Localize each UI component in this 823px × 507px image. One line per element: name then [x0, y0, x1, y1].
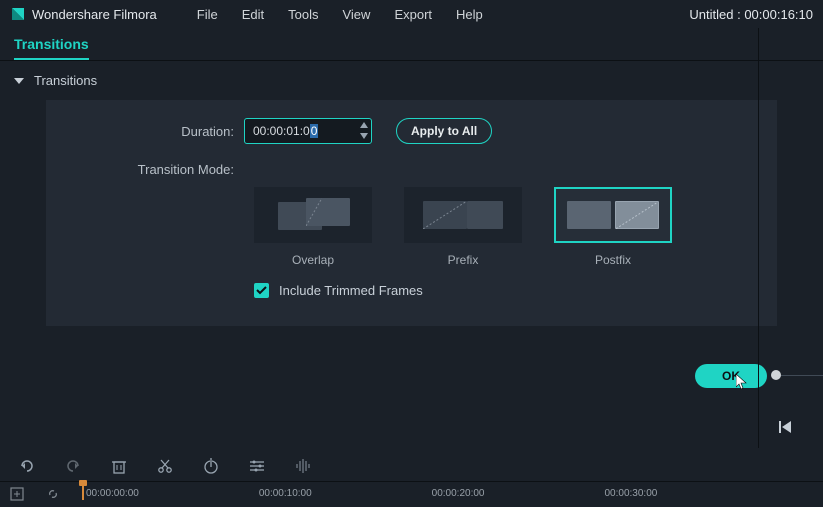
link-icon[interactable] — [46, 487, 60, 501]
section-header[interactable]: Transitions — [0, 61, 823, 100]
ok-button[interactable]: OK — [695, 364, 767, 388]
timeline-t3: 00:00:30:00 — [604, 488, 657, 499]
zoom-slider-track — [781, 375, 823, 376]
section-title: Transitions — [34, 73, 97, 88]
duration-row: Duration: 00:00:01:00 Apply to All — [58, 118, 765, 144]
speed-icon[interactable] — [202, 457, 220, 475]
filmora-logo-icon — [10, 6, 26, 22]
mode-overlap-label: Overlap — [292, 253, 334, 267]
duration-label: Duration: — [58, 124, 244, 139]
menu-file[interactable]: File — [197, 7, 218, 22]
zoom-slider-handle[interactable] — [771, 370, 781, 380]
timeline-t2: 00:00:20:00 — [432, 488, 485, 499]
menu-items: File Edit Tools View Export Help — [197, 7, 483, 22]
mode-row: Transition Mode: — [58, 158, 765, 177]
app-name: Wondershare Filmora — [32, 7, 157, 22]
timeline-labels: 00:00:00:00 00:00:10:00 00:00:20:00 00:0… — [86, 488, 657, 499]
include-trimmed-checkbox[interactable] — [254, 283, 269, 298]
mode-prefix-thumb — [404, 187, 522, 243]
timeline-left-icons — [10, 487, 60, 501]
project-status: Untitled : 00:00:16:10 — [689, 7, 813, 22]
mode-postfix[interactable]: Postfix — [554, 187, 672, 267]
undo-icon[interactable] — [18, 457, 36, 475]
include-trimmed-label: Include Trimmed Frames — [279, 283, 423, 298]
mode-prefix-label: Prefix — [448, 253, 479, 267]
menu-help[interactable]: Help — [456, 7, 483, 22]
timeline-t0: 00:00:00:00 — [86, 488, 139, 499]
menu-edit[interactable]: Edit — [242, 7, 264, 22]
apply-to-all-button[interactable]: Apply to All — [396, 118, 492, 144]
ok-row: OK — [0, 326, 823, 388]
collapse-triangle-icon — [14, 78, 24, 84]
audio-icon[interactable] — [294, 457, 312, 475]
duration-spinners — [359, 120, 369, 141]
playhead[interactable] — [82, 482, 84, 500]
mode-postfix-label: Postfix — [595, 253, 631, 267]
app-logo: Wondershare Filmora — [10, 6, 157, 22]
vertical-divider — [758, 28, 759, 448]
mode-overlap[interactable]: Overlap — [254, 187, 372, 267]
menu-export[interactable]: Export — [394, 7, 432, 22]
add-marker-icon[interactable] — [10, 487, 24, 501]
right-controls — [759, 370, 823, 382]
duration-value-selected: 0 — [310, 124, 319, 138]
mode-overlap-thumb — [254, 187, 372, 243]
transition-modes: Overlap Prefix Postfix — [254, 187, 765, 267]
delete-icon[interactable] — [110, 457, 128, 475]
timeline[interactable]: 00:00:00:00 00:00:10:00 00:00:20:00 00:0… — [0, 481, 823, 507]
duration-input[interactable]: 00:00:01:00 — [244, 118, 372, 144]
timeline-t1: 00:00:10:00 — [259, 488, 312, 499]
tab-transitions[interactable]: Transitions — [14, 36, 89, 60]
transitions-panel: Duration: 00:00:01:00 Apply to All Trans… — [46, 100, 777, 326]
adjust-icon[interactable] — [248, 457, 266, 475]
tabs: Transitions — [0, 28, 823, 60]
timeline-toolbar — [0, 451, 312, 481]
split-icon[interactable] — [156, 457, 174, 475]
spinner-up-icon[interactable] — [359, 120, 369, 130]
mode-label: Transition Mode: — [58, 158, 244, 177]
mode-prefix[interactable]: Prefix — [404, 187, 522, 267]
mode-postfix-thumb — [554, 187, 672, 243]
menu-view[interactable]: View — [342, 7, 370, 22]
step-back-icon[interactable] — [779, 420, 793, 439]
duration-value-prefix: 00:00:01:0 — [253, 124, 310, 138]
redo-icon[interactable] — [64, 457, 82, 475]
menu-tools[interactable]: Tools — [288, 7, 318, 22]
menubar: Wondershare Filmora File Edit Tools View… — [0, 0, 823, 28]
include-trimmed-row: Include Trimmed Frames — [254, 283, 765, 298]
spinner-down-icon[interactable] — [359, 131, 369, 141]
